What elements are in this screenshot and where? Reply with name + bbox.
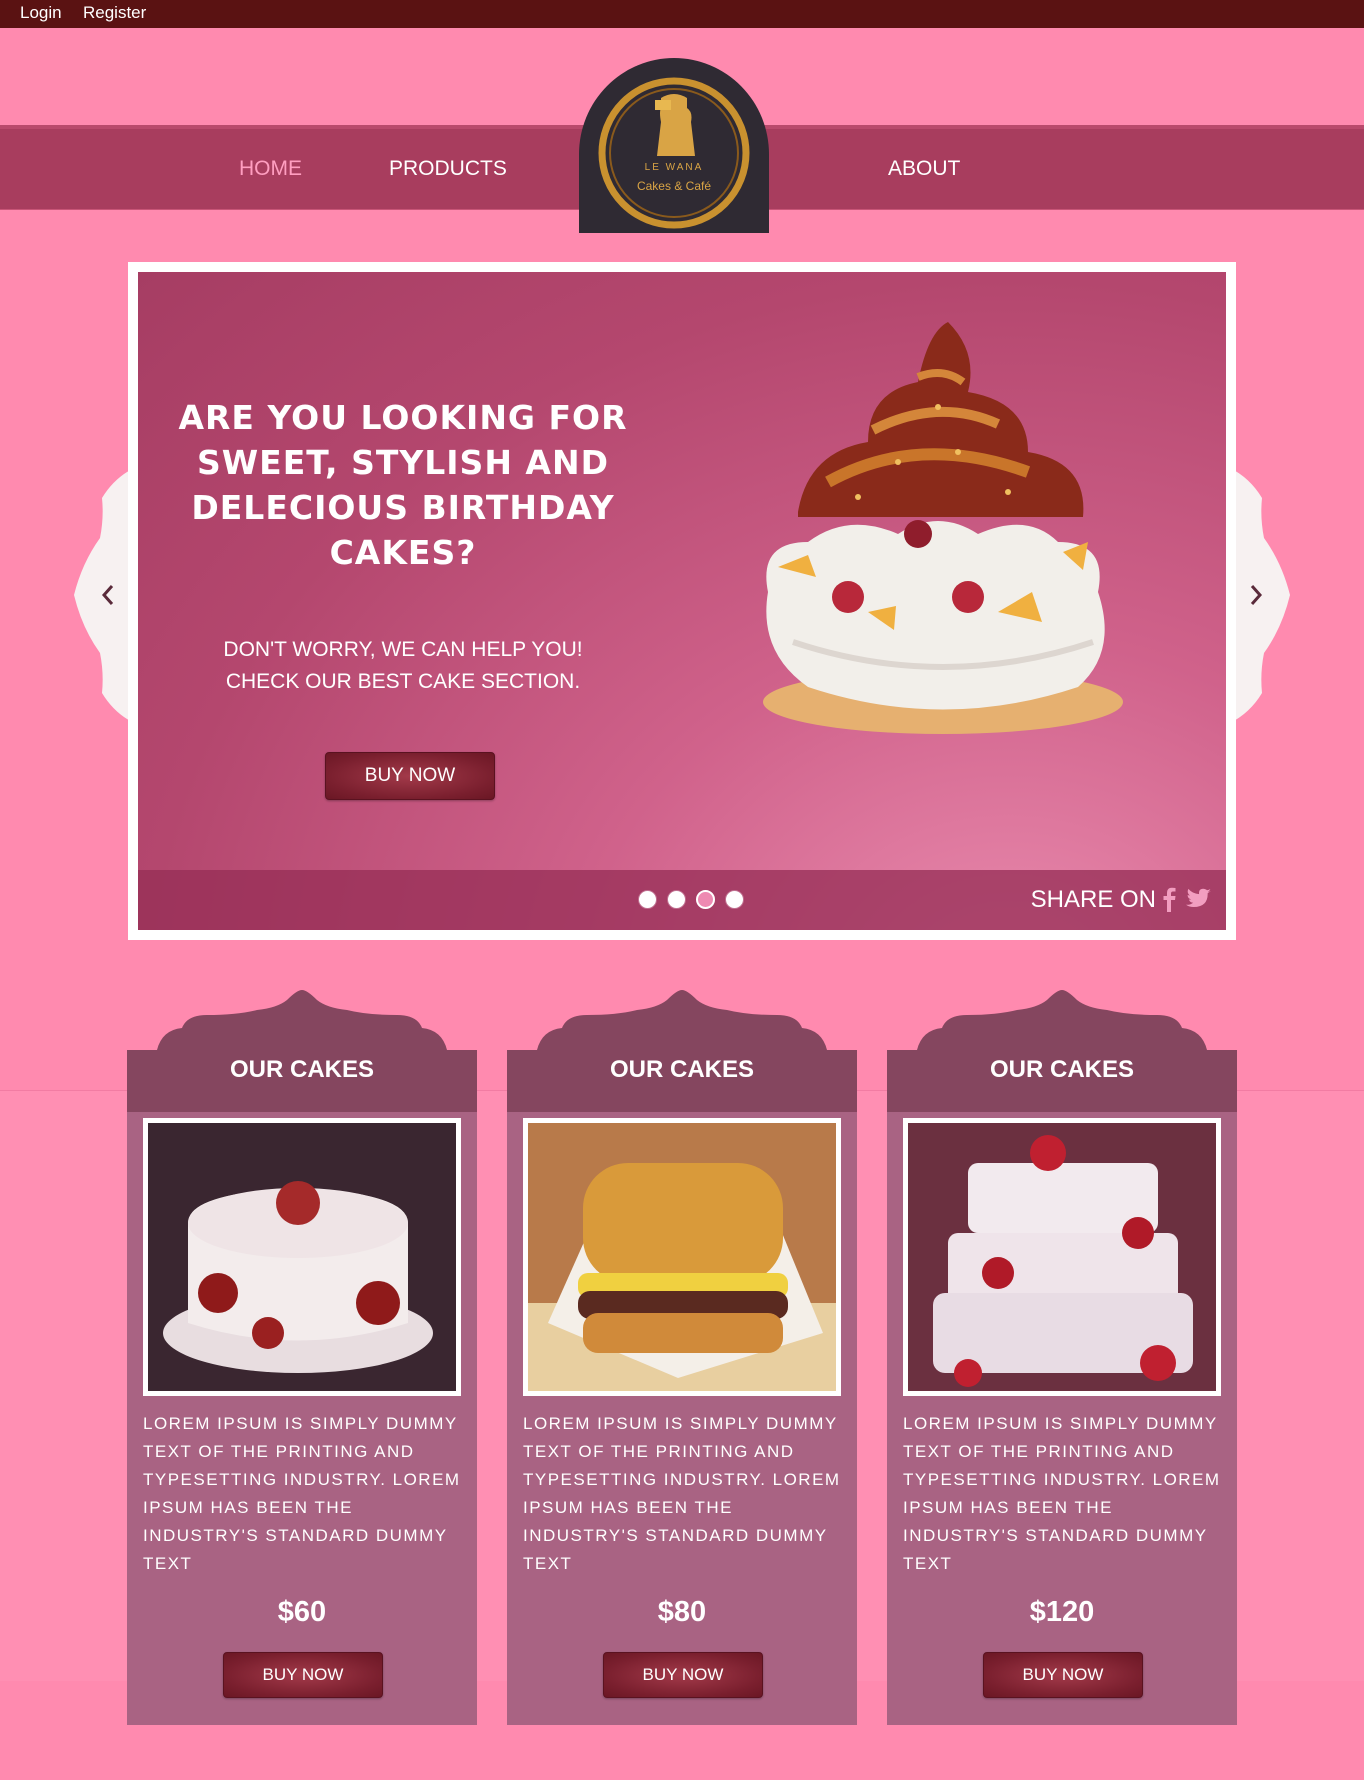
slider-dot[interactable] <box>667 890 686 909</box>
card-buy-now-button[interactable]: BUY NOW <box>983 1652 1143 1698</box>
logo-line2: Cakes & Café <box>637 179 711 193</box>
card-body: LOREM IPSUM IS SIMPLY DUMMY TEXT OF THE … <box>127 1112 477 1725</box>
slide-subtext: DON'T WORRY, WE CAN HELP YOU! CHECK OUR … <box>178 634 628 698</box>
logo-line1: LE WANA <box>645 162 704 173</box>
card-buy-now-button[interactable]: BUY NOW <box>603 1652 763 1698</box>
slide-subtext-line2: CHECK OUR BEST CAKE SECTION. <box>225 670 581 693</box>
card-price: $60 <box>277 1596 327 1628</box>
slider-dot[interactable] <box>725 890 744 909</box>
slider-dots <box>638 890 744 909</box>
share-label: SHARE ON <box>1030 886 1156 913</box>
cake-photo-1 <box>148 1123 456 1391</box>
slider-dot[interactable] <box>696 890 715 909</box>
login-link[interactable]: Login <box>20 3 62 23</box>
card-buy-now-button[interactable]: BUY NOW <box>223 1652 383 1698</box>
twitter-icon[interactable] <box>1186 886 1212 912</box>
card-title: OUR CAKES <box>989 1056 1134 1083</box>
card-price: $120 <box>1029 1596 1095 1628</box>
slide-footer-bar: SHARE ON <box>138 870 1226 930</box>
hero-slider: ARE YOU LOOKING FOR SWEET, STYLISH AND D… <box>128 262 1236 940</box>
register-link[interactable]: Register <box>83 3 146 23</box>
product-card: OUR CAKES LOREM IPSUM IS SIMPLY DUMMY TE… <box>127 990 477 1725</box>
facebook-icon[interactable] <box>1158 886 1180 912</box>
top-bar: Login Register <box>0 0 1364 28</box>
card-photo-frame[interactable] <box>143 1118 461 1396</box>
nav-home[interactable]: HOME <box>239 157 302 181</box>
product-card: OUR CAKES LOREM IPSUM IS SIMPLY DUMMY TE… <box>887 990 1237 1725</box>
card-description: LOREM IPSUM IS SIMPLY DUMMY TEXT OF THE … <box>903 1414 1221 1573</box>
slide-subtext-line1: DON'T WORRY, WE CAN HELP YOU! <box>223 638 583 661</box>
card-price: $80 <box>657 1596 707 1628</box>
brand-logo[interactable]: LE WANA Cakes & Café <box>579 58 769 233</box>
card-title: OUR CAKES <box>229 1056 374 1083</box>
cake-photo-2 <box>528 1123 836 1391</box>
card-header <box>127 990 477 1112</box>
slide-headline: ARE YOU LOOKING FOR SWEET, STYLISH AND D… <box>178 398 628 572</box>
product-card: OUR CAKES LOREM IPSUM IS SIMPLY DUMMY TE… <box>507 990 857 1725</box>
slide-buy-now-button[interactable]: BUY NOW <box>325 752 495 800</box>
card-body: LOREM IPSUM IS SIMPLY DUMMY TEXT OF THE … <box>887 1112 1237 1725</box>
card-description: LOREM IPSUM IS SIMPLY DUMMY TEXT OF THE … <box>143 1414 461 1573</box>
card-photo-frame[interactable] <box>523 1118 841 1396</box>
card-body: LOREM IPSUM IS SIMPLY DUMMY TEXT OF THE … <box>507 1112 857 1725</box>
card-header <box>887 990 1237 1112</box>
slider-dot[interactable] <box>638 890 657 909</box>
card-header <box>507 990 857 1112</box>
slide: ARE YOU LOOKING FOR SWEET, STYLISH AND D… <box>138 272 1226 930</box>
nav-about[interactable]: ABOUT <box>888 157 960 181</box>
card-title: OUR CAKES <box>609 1056 754 1083</box>
cake-photo-3 <box>908 1123 1216 1391</box>
nav-products[interactable]: PRODUCTS <box>389 157 507 181</box>
card-photo-frame[interactable] <box>903 1118 1221 1396</box>
cake-image <box>763 322 1123 734</box>
card-description: LOREM IPSUM IS SIMPLY DUMMY TEXT OF THE … <box>523 1414 841 1573</box>
